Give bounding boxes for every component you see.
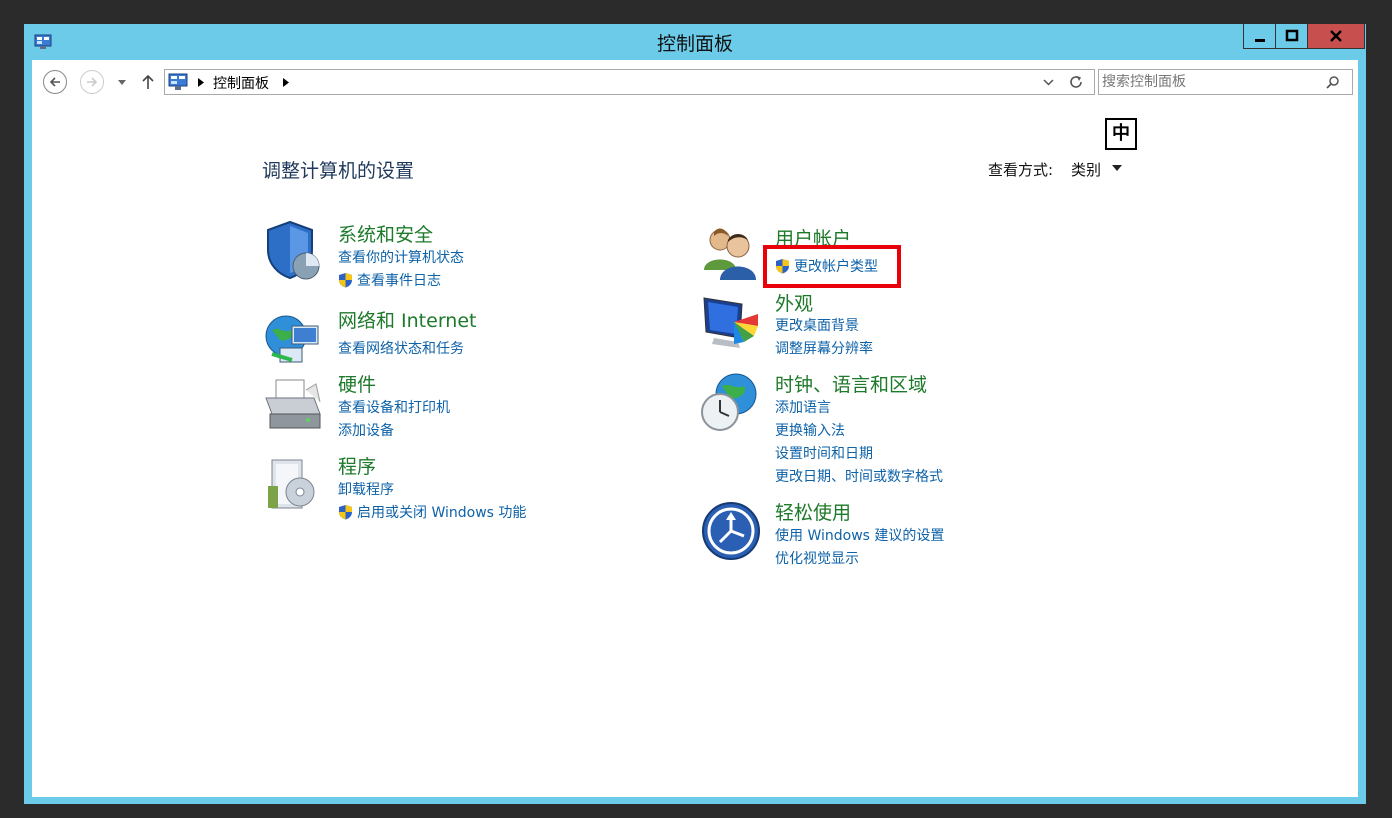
maximize-icon [1285, 29, 1298, 42]
minimize-button[interactable] [1243, 24, 1276, 49]
back-button[interactable] [43, 70, 67, 94]
view-computer-status-link[interactable]: 查看你的计算机状态 [338, 247, 464, 267]
page-heading: 调整计算机的设置 [262, 160, 415, 182]
network-globe-icon[interactable] [262, 310, 324, 368]
system-security-title[interactable]: 系统和安全 [338, 220, 433, 247]
windows-features-link[interactable]: 启用或关闭 Windows 功能 [338, 502, 526, 522]
close-icon [1330, 30, 1342, 42]
breadcrumb-separator-icon[interactable] [198, 78, 204, 87]
forward-button[interactable] [80, 70, 104, 94]
hardware-title[interactable]: 硬件 [338, 370, 376, 397]
caption-buttons [1243, 24, 1365, 50]
window-title: 控制面板 [656, 33, 733, 55]
forward-arrow-icon [87, 77, 98, 87]
add-device-link[interactable]: 添加设备 [338, 420, 394, 440]
optimize-visual-display-link[interactable]: 优化视觉显示 [775, 548, 859, 568]
change-date-time-number-format-link[interactable]: 更改日期、时间或数字格式 [775, 466, 943, 486]
up-arrow-icon[interactable] [141, 74, 155, 90]
clock-globe-icon[interactable] [700, 370, 762, 434]
search-input[interactable] [1102, 72, 1322, 92]
control-panel-window: 控制面板 控制面板 搜索控制面板 中 调整计算机的设置 查看方式: 类别 系统和… [24, 24, 1366, 804]
adjust-screen-resolution-link[interactable]: 调整屏幕分辨率 [775, 338, 873, 358]
programs-box-icon[interactable] [262, 456, 324, 514]
use-recommended-settings-link[interactable]: 使用 Windows 建议的设置 [775, 525, 944, 545]
breadcrumb-control-panel[interactable]: 控制面板 [213, 73, 269, 93]
view-event-logs-label: 查看事件日志 [357, 273, 441, 289]
appearance-title[interactable]: 外观 [775, 289, 813, 316]
set-time-date-link[interactable]: 设置时间和日期 [775, 443, 873, 463]
address-history-dropdown-icon[interactable] [1043, 79, 1054, 86]
ease-of-access-title[interactable]: 轻松使用 [775, 498, 851, 525]
maximize-button[interactable] [1275, 24, 1308, 49]
change-input-method-link[interactable]: 更换输入法 [775, 420, 845, 440]
network-internet-title[interactable]: 网络和 Internet [338, 306, 476, 333]
uac-shield-icon [339, 505, 352, 520]
breadcrumb-separator-icon[interactable] [283, 78, 289, 87]
search-icon[interactable] [1326, 75, 1340, 89]
add-language-link[interactable]: 添加语言 [775, 397, 831, 417]
uac-shield-icon [339, 273, 352, 288]
minimize-icon [1254, 39, 1265, 42]
uninstall-program-link[interactable]: 卸载程序 [338, 479, 394, 499]
recent-pages-dropdown-icon[interactable] [118, 80, 126, 86]
client-area: 控制面板 中 调整计算机的设置 查看方式: 类别 系统和安全 查看你的计算机状态… [32, 60, 1358, 797]
view-network-status-link[interactable]: 查看网络状态和任务 [338, 338, 464, 358]
ime-mode-indicator[interactable]: 中 [1105, 118, 1137, 150]
user-accounts-icon[interactable] [700, 224, 762, 282]
navigation-bar: 控制面板 [32, 60, 1358, 104]
close-button[interactable] [1307, 24, 1365, 49]
view-event-logs-link[interactable]: 查看事件日志 [338, 270, 441, 290]
refresh-icon[interactable] [1068, 74, 1084, 90]
title-bar[interactable]: 控制面板 [24, 24, 1366, 60]
view-by-label: 查看方式: [988, 161, 1054, 179]
control-panel-location-icon [168, 73, 188, 90]
address-bar[interactable]: 控制面板 [164, 69, 1095, 95]
clock-language-region-title[interactable]: 时钟、语言和区域 [775, 370, 927, 397]
back-arrow-icon [49, 77, 60, 87]
highlight-box [763, 245, 901, 288]
change-desktop-background-link[interactable]: 更改桌面背景 [775, 315, 859, 335]
windows-features-label: 启用或关闭 Windows 功能 [357, 505, 527, 521]
view-by-dropdown-arrow-icon[interactable] [1112, 165, 1122, 171]
programs-title[interactable]: 程序 [338, 452, 376, 479]
system-security-shield-icon[interactable] [262, 220, 322, 282]
view-by-dropdown[interactable]: 类别 [1071, 159, 1101, 180]
search-box[interactable] [1098, 69, 1353, 95]
printer-icon[interactable] [262, 376, 324, 434]
ease-of-access-icon[interactable] [700, 500, 762, 562]
appearance-monitor-icon[interactable] [700, 292, 762, 350]
view-devices-printers-link[interactable]: 查看设备和打印机 [338, 397, 450, 417]
